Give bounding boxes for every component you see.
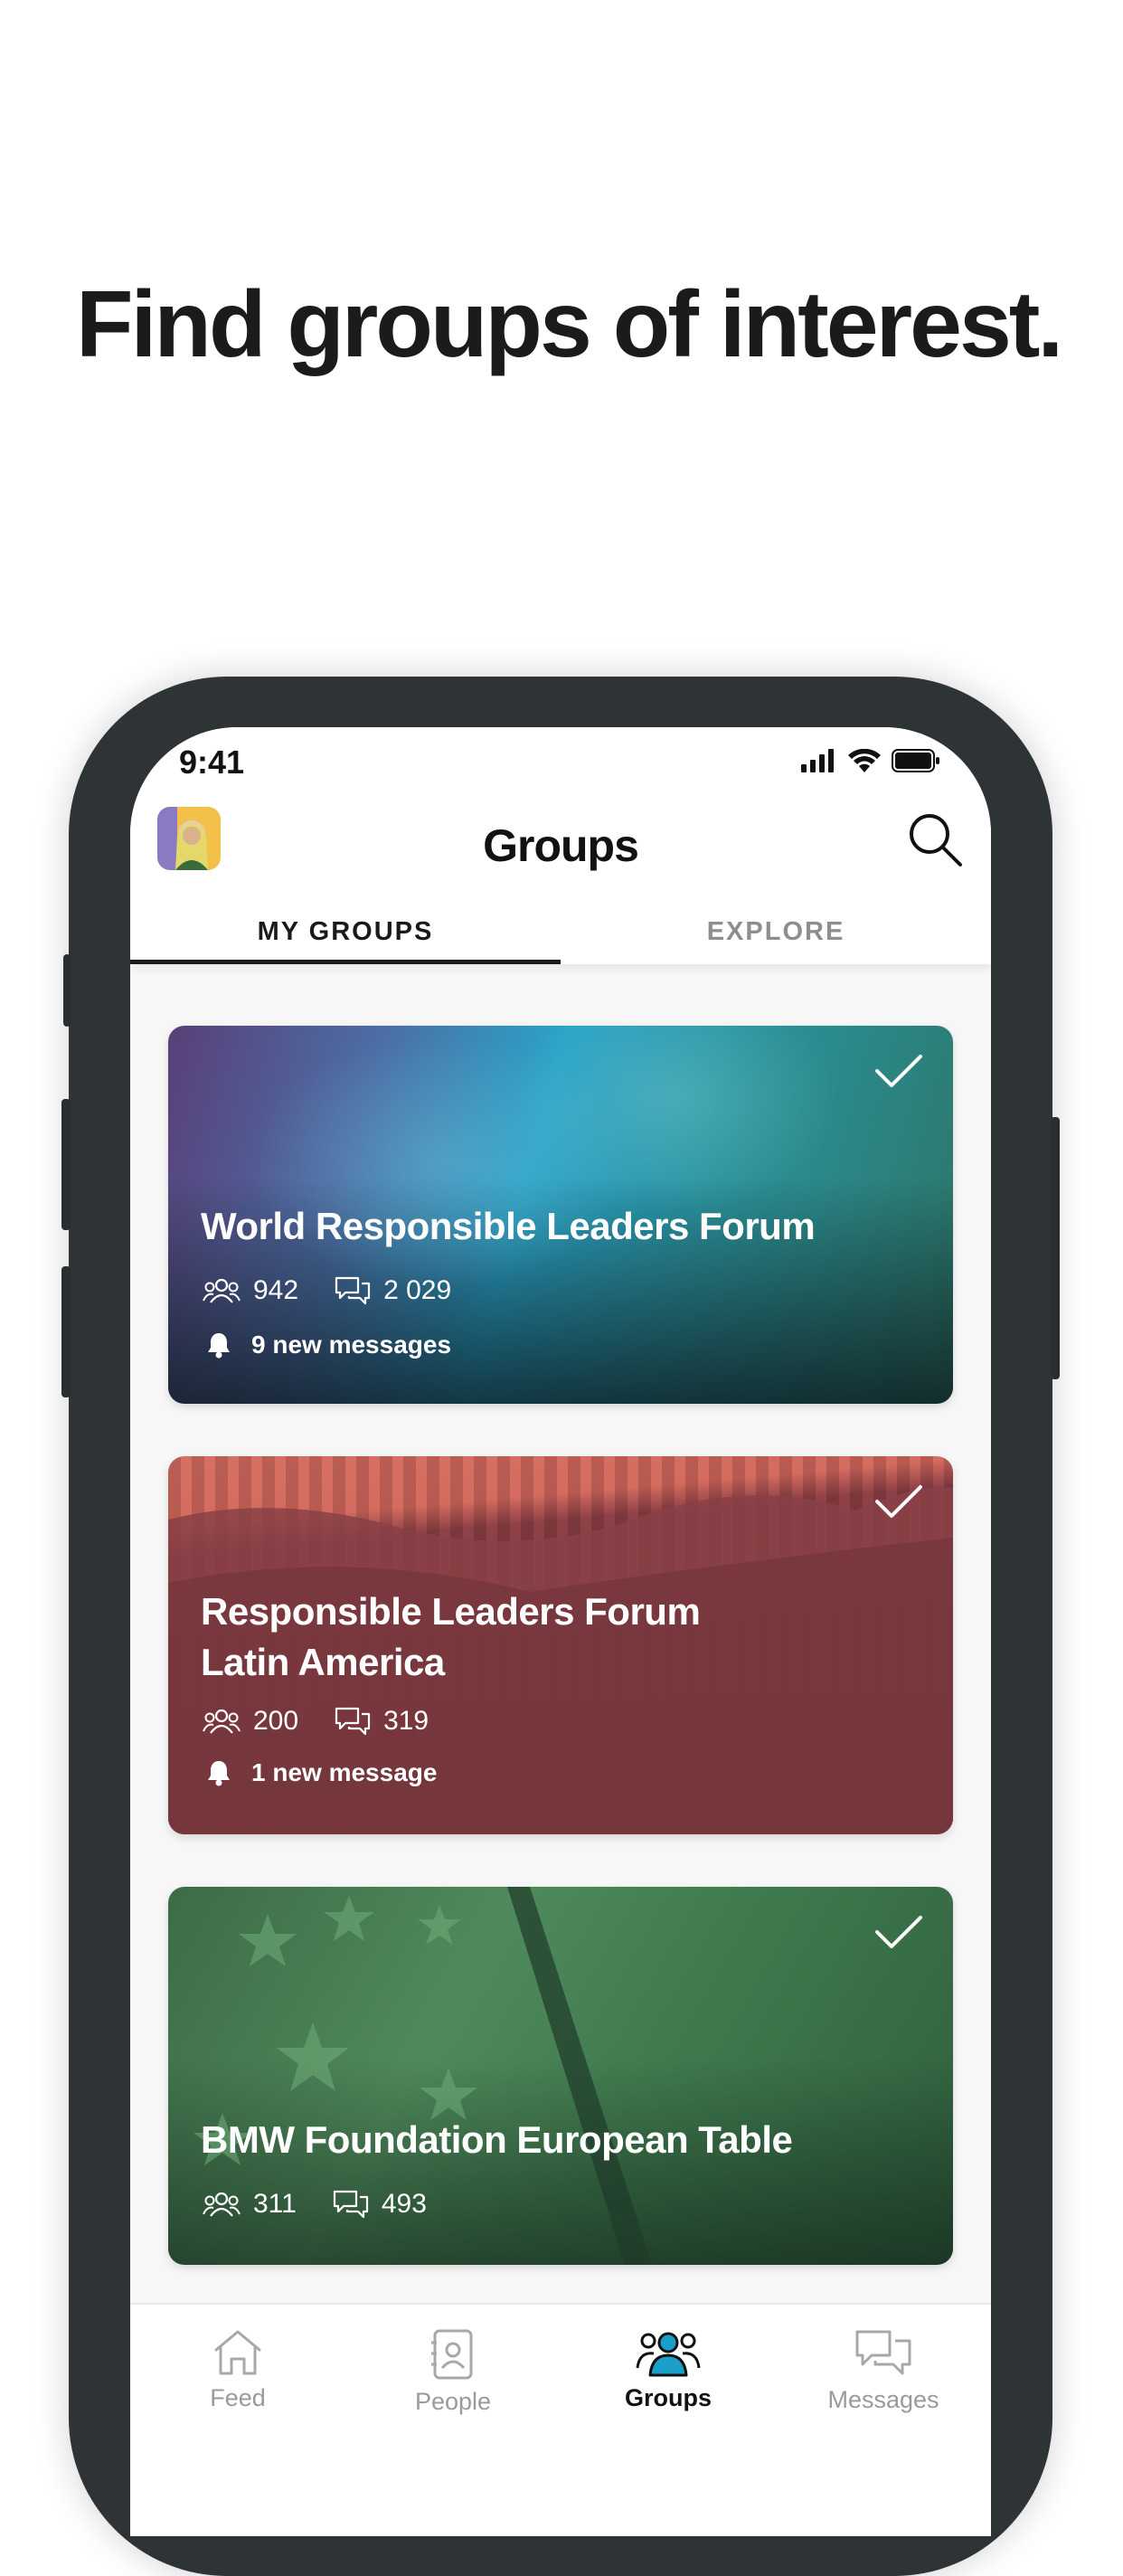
member-count: 942 — [203, 1275, 298, 1306]
nav-label: People — [414, 2388, 492, 2415]
phone-side-button — [63, 954, 71, 1027]
tab-explore[interactable]: EXPLORE — [561, 899, 991, 964]
members-icon — [203, 2192, 241, 2217]
members-icon — [203, 1278, 241, 1303]
home-icon — [214, 2330, 261, 2375]
contacts-icon — [431, 2329, 473, 2380]
phone-power-button — [1051, 1117, 1060, 1379]
nav-people[interactable]: People — [345, 2305, 561, 2536]
nav-feed[interactable]: Feed — [130, 2305, 345, 2536]
headline: Find groups of interest. — [76, 272, 1063, 377]
phone-volume-up — [61, 1099, 71, 1230]
group-stats: 200 319 — [203, 1706, 465, 1737]
group-stats: 311 493 — [203, 2189, 463, 2220]
group-title: BMW Foundation European Table — [201, 2118, 793, 2161]
joined-check-icon — [875, 1916, 922, 1948]
search-icon — [910, 814, 962, 867]
discussions-icon — [333, 2190, 368, 2219]
group-title: World Responsible Leaders Forum — [201, 1205, 816, 1247]
new-messages-notice: 1 new message — [206, 1758, 437, 1787]
joined-check-icon — [875, 1055, 922, 1087]
new-messages-notice: 9 new messages — [206, 1331, 451, 1359]
post-count: 493 — [333, 2189, 427, 2220]
bell-icon — [208, 1761, 230, 1786]
status-bar: 9:41 — [130, 727, 991, 809]
member-count: 311 — [203, 2189, 297, 2220]
member-count: 200 — [203, 1706, 298, 1737]
nav-groups[interactable]: Groups — [561, 2305, 776, 2536]
post-count: 319 — [335, 1706, 429, 1737]
members-icon — [203, 1709, 241, 1734]
signal-icon — [801, 749, 834, 772]
groups-icon — [636, 2332, 701, 2377]
status-icons — [801, 747, 940, 774]
post-count: 2 029 — [335, 1275, 451, 1306]
group-stats: 942 2 029 — [203, 1275, 487, 1306]
wifi-icon — [848, 749, 881, 772]
group-card[interactable]: Responsible Leaders Forum Latin America … — [168, 1456, 953, 1834]
nav-label: Groups — [624, 2384, 712, 2411]
phone-volume-down — [61, 1266, 71, 1397]
status-time: 9:41 — [179, 743, 245, 781]
group-card[interactable]: BMW Foundation European Table 311 493 — [168, 1887, 953, 2265]
nav-messages[interactable]: Messages — [776, 2305, 991, 2536]
app-screen: 9:41 Groups MY GROUPS EXPLORE World Resp… — [130, 727, 991, 2536]
bottom-nav: Feed People Groups Messages — [130, 2303, 991, 2536]
bell-icon — [208, 1333, 230, 1359]
nav-label: Messages — [827, 2386, 939, 2413]
tab-my-groups[interactable]: MY GROUPS — [130, 899, 561, 964]
joined-check-icon — [875, 1485, 922, 1518]
battery-icon — [892, 749, 939, 772]
page-title: Groups — [483, 820, 639, 871]
messages-icon — [855, 2330, 911, 2375]
discussions-icon — [335, 1276, 371, 1305]
group-card[interactable]: World Responsible Leaders Forum 942 2 02… — [168, 1026, 953, 1404]
group-tabs: MY GROUPS EXPLORE — [130, 899, 991, 964]
group-title: Responsible Leaders Forum Latin America — [201, 1590, 701, 1683]
search-button[interactable] — [906, 810, 964, 868]
nav-label: Feed — [210, 2384, 266, 2411]
discussions-icon — [335, 1707, 371, 1736]
